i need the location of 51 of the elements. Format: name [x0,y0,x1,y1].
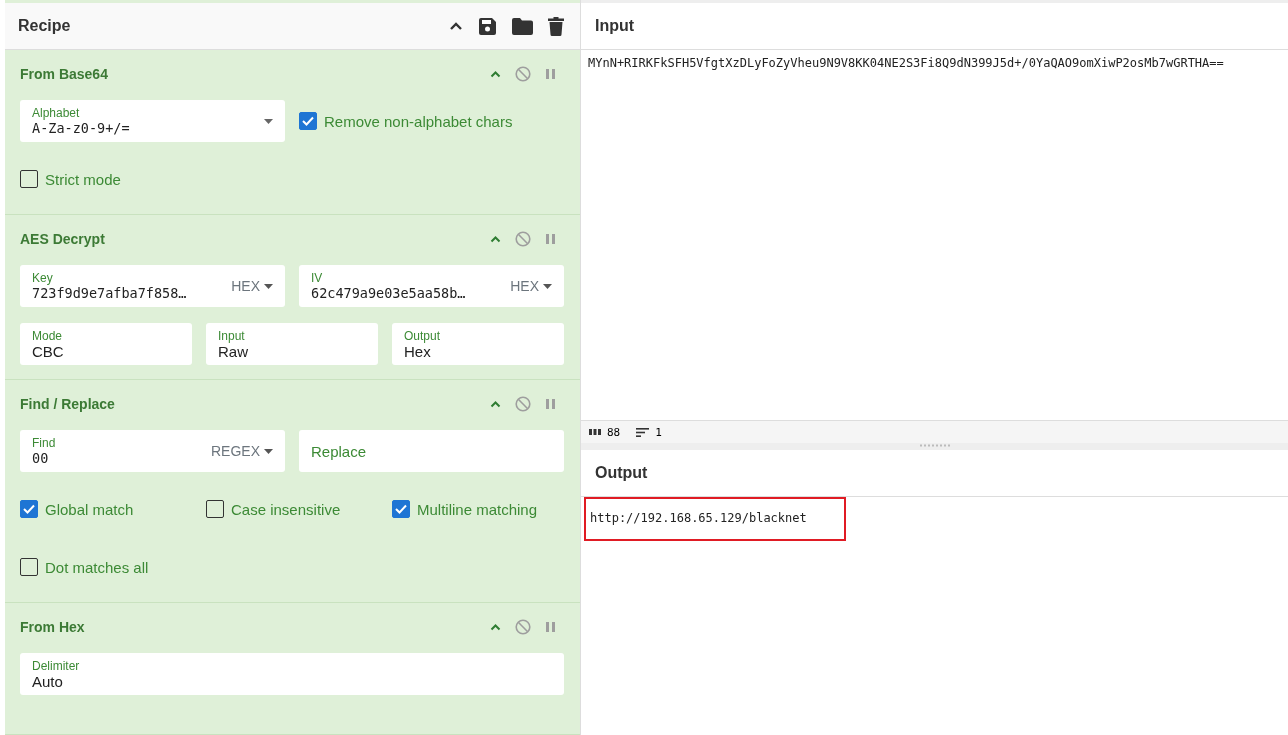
checkmark-icon [394,503,408,515]
lines-icon [636,427,650,437]
recipe-title: Recipe [18,17,71,35]
checkbox[interactable]: Remove non-alphabet chars [299,100,513,142]
input-text: MYnN+RIRKFkSFH5VfgtXzDLyFoZyVheu9N9V8KK04NE2S3Fi8Q9dN399J5d+/0YaQAO9omXiwP2osMb7wGRTHA== [588,56,1224,70]
input-field[interactable]: Replace [299,430,564,472]
lines-count: 1 [655,425,662,439]
input-field[interactable]: Alphabet A-Za-z0-9+/= [20,100,285,142]
operation-title: From Base64 [20,66,108,82]
output-text: http://192.168.65.129/blacknet [584,497,846,541]
operation-title: From Hex [20,619,85,635]
input-field[interactable]: Find 00 REGEX [20,430,285,472]
disable-icon[interactable] [515,619,531,635]
input-field[interactable]: Output Hex [392,323,564,365]
disable-icon[interactable] [515,231,531,247]
pause-icon[interactable] [545,621,556,633]
length-count: 88 [607,425,621,439]
input-field[interactable]: Mode CBC [20,323,192,365]
input-field[interactable]: Key 723f9d9e7afba7f858… HEX [20,265,285,307]
operation-title: Find / Replace [20,396,115,412]
checkbox[interactable]: Case insensitive [206,488,341,530]
operation-title: AES Decrypt [20,231,105,247]
checkbox[interactable]: Global match [20,488,134,530]
format-dropdown[interactable]: HEX [231,278,273,294]
pause-icon[interactable] [545,68,556,80]
resize-handle-icon[interactable] [919,443,950,447]
checkbox[interactable]: Strict mode [20,158,121,200]
checkbox[interactable]: Dot matches all [20,546,149,588]
pause-icon[interactable] [545,398,556,410]
output-title: Output [595,464,648,482]
abc-icon [589,429,601,435]
caret-icon [264,283,273,289]
checkmark-icon [301,115,315,127]
input-title: Input [595,17,635,35]
disable-icon[interactable] [515,396,531,412]
caret-icon [543,283,552,289]
input-field[interactable]: Delimiter Auto [20,653,564,695]
input-field[interactable]: IV 62c479a9e03e5aa58b… HEX [299,265,564,307]
format-dropdown[interactable]: HEX [510,278,552,294]
format-dropdown[interactable]: REGEX [211,443,273,459]
caret-icon [264,448,273,454]
input-field[interactable]: Input Raw [206,323,378,365]
trash-icon[interactable] [548,16,564,36]
pause-icon[interactable] [545,233,556,245]
input-area[interactable]: MYnN+RIRKFkSFH5VfgtXzDLyFoZyVheu9N9V8KK04NE2S3Fi8Q9dN399J5d+/0YaQAO9omXiwP2osMb7wGRTHA== [581,50,1288,420]
chevron-up-icon[interactable] [449,21,463,31]
checkmark-icon [22,503,36,515]
folder-icon[interactable] [512,17,533,35]
disable-icon[interactable] [515,66,531,82]
save-icon[interactable] [478,16,497,36]
checkbox[interactable]: Multiline matching [392,488,538,530]
